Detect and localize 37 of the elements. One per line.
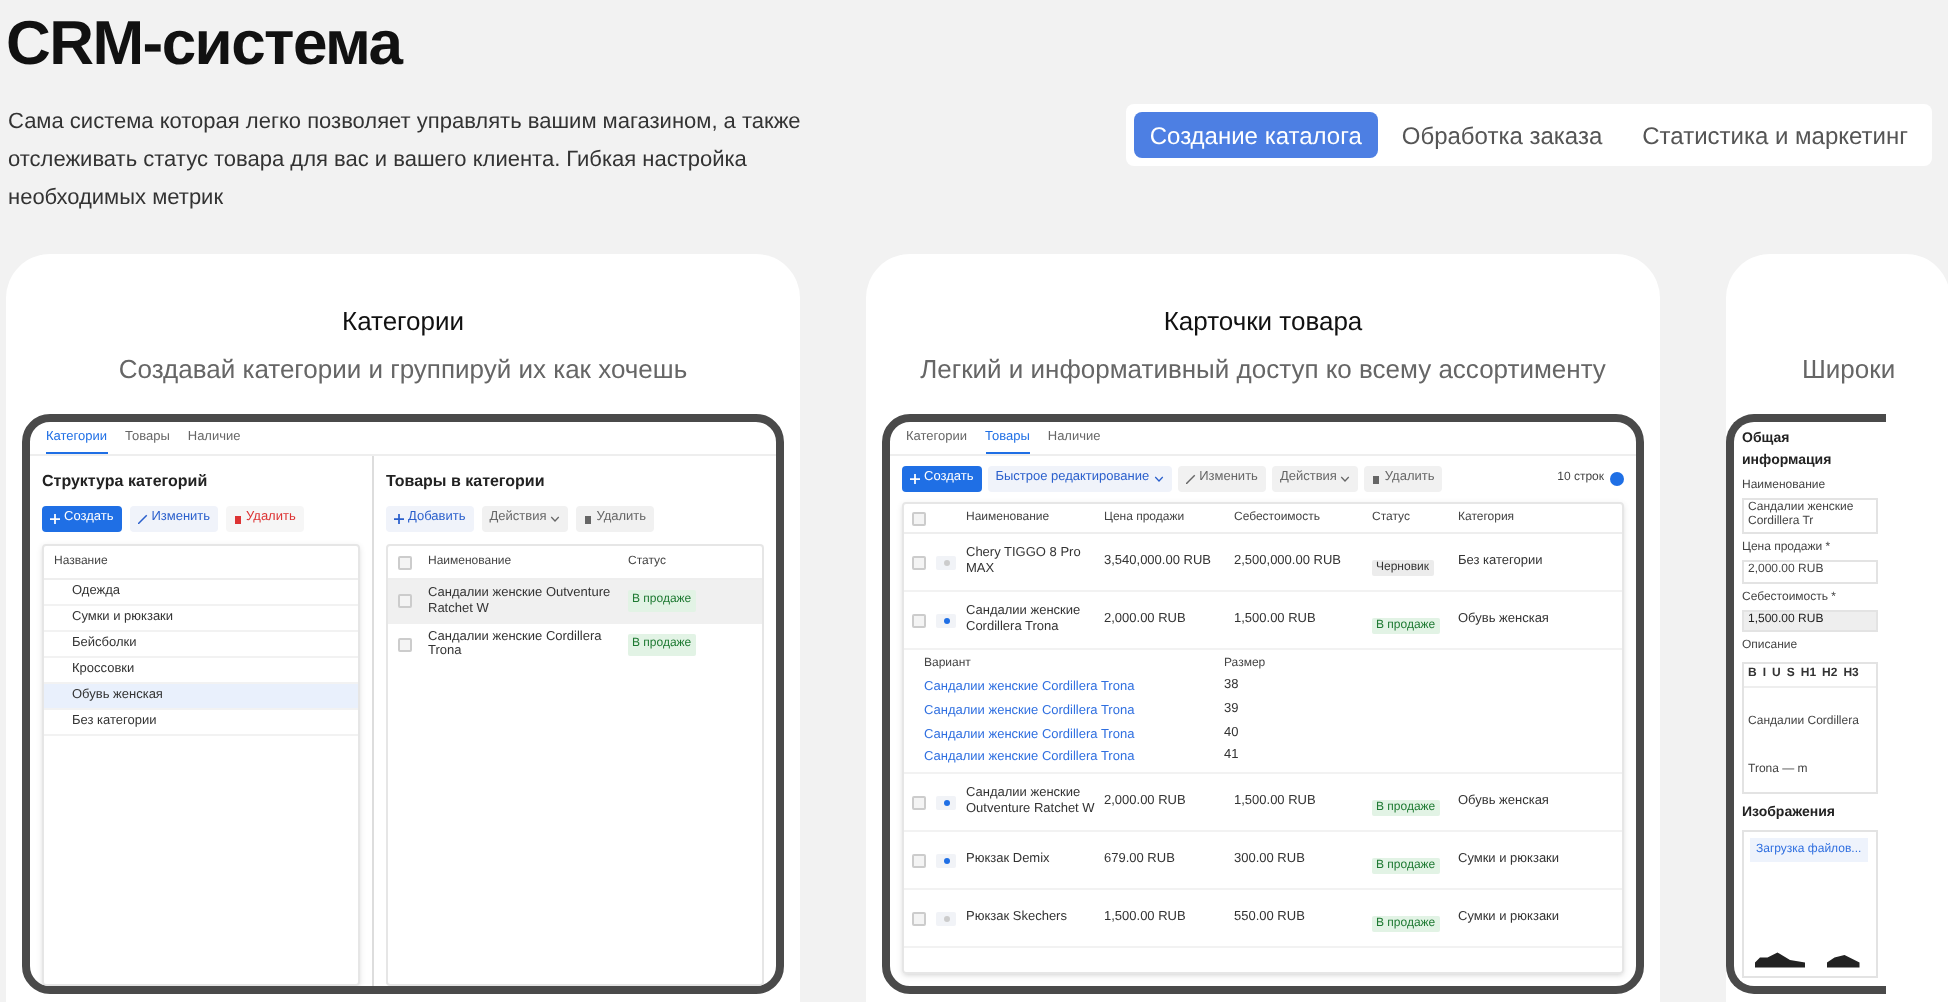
expand-button[interactable] (936, 613, 956, 627)
plus-icon (910, 474, 920, 484)
pencil-icon (1185, 474, 1196, 484)
plus-icon (50, 514, 60, 524)
caret-icon (550, 514, 561, 524)
sandal-drawing (1750, 950, 1810, 970)
caret-icon (1153, 474, 1164, 484)
tab[interactable]: Обработка заказа (1385, 112, 1619, 158)
tab[interactable]: Статистика и маркетинг (1626, 112, 1924, 158)
row-checkbox[interactable] (398, 555, 412, 569)
trash-icon (584, 514, 593, 524)
page-title: CRM-система (6, 12, 405, 74)
expand-button[interactable] (936, 853, 956, 867)
row-checkbox[interactable] (398, 637, 412, 652)
panel-title: Товары в категории (386, 470, 547, 494)
panel-title: Структура категорий (42, 470, 210, 494)
pencil-icon (137, 514, 148, 524)
row-checkbox[interactable] (912, 613, 926, 627)
description-text: Сама система которая легко позволяет управлять вашим магазином, а также отслеживать статус товара для вас и вашего клиента. Гибкая настройка необходимых метрик (8, 108, 803, 214)
plus-icon (394, 514, 404, 524)
card-subtitle: Легкий и информативный доступ ко всему ассортименту (920, 356, 1606, 382)
card-subtitle: Широки (1802, 356, 1896, 382)
row-checkbox[interactable] (912, 795, 926, 809)
row-checkbox[interactable] (912, 511, 926, 525)
card-title: Категории (342, 308, 464, 334)
row-checkbox[interactable] (398, 594, 412, 609)
row-checkbox[interactable] (912, 853, 926, 867)
caret-icon (1340, 474, 1351, 484)
row-checkbox[interactable] (912, 555, 926, 569)
tab[interactable]: Создание каталога (1133, 112, 1378, 158)
card-subtitle: Создавай категории и группируй их как хочешь (118, 356, 688, 382)
row-checkbox[interactable] (912, 911, 926, 925)
trash-icon (1372, 474, 1381, 484)
card-title: Карточки товара (1163, 308, 1363, 334)
expand-button[interactable] (936, 795, 956, 809)
trash-icon (234, 514, 243, 524)
sandal-drawing (1822, 950, 1862, 970)
